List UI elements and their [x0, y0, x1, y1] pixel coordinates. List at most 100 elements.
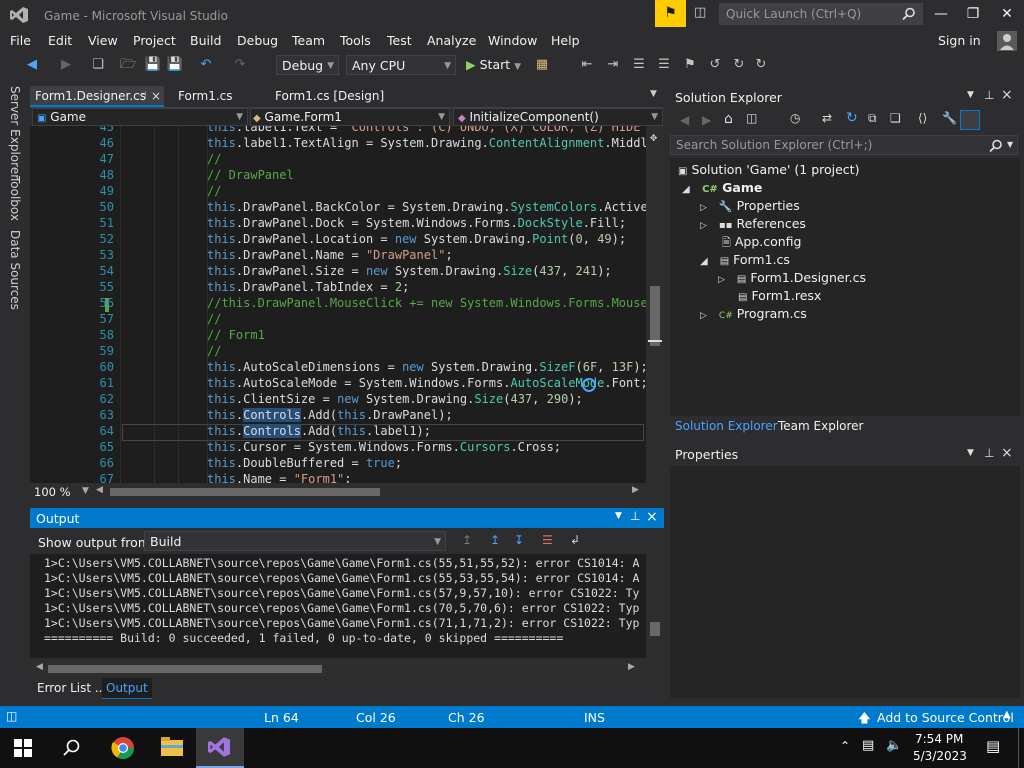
tab-team-explorer[interactable]: Team Explorer [778, 419, 864, 433]
notifications-icon[interactable]: ◫ [694, 5, 712, 23]
scroll-right-icon[interactable]: ▶ [628, 662, 635, 672]
switch-views-icon[interactable]: ◫ [746, 111, 757, 125]
member-dropdown[interactable]: ◆ InitializeComponent() ▼ [453, 108, 663, 126]
tree-item-solution[interactable]: ▣ Solution 'Game' (1 project) [678, 162, 859, 177]
close-panel-icon[interactable]: × [1001, 445, 1013, 461]
show-all-files-icon[interactable]: ❏ [890, 111, 901, 125]
code-line[interactable]: this.DoubleBuffered = true; [207, 456, 402, 470]
redo-icon[interactable]: ↷ [230, 55, 250, 75]
editor-vertical-scrollbar[interactable]: ✥ [646, 126, 664, 483]
menu-view[interactable]: View [88, 33, 118, 48]
notifications-icon[interactable]: ▤ [986, 737, 1000, 755]
code-line[interactable]: this.Controls.Add(this.DrawPanel); [207, 408, 453, 422]
scroll-right-icon[interactable]: ▶ [632, 485, 639, 495]
add-to-source-control[interactable]: Add to Source Control [877, 710, 1014, 725]
sign-in-link[interactable]: Sign in [938, 33, 981, 48]
code-line[interactable]: this.ClientSize = new System.Drawing.Siz… [207, 392, 583, 406]
find-message-icon[interactable]: ↥ [462, 533, 472, 547]
menu-help[interactable]: Help [551, 33, 580, 48]
menu-analyze[interactable]: Analyze [427, 33, 476, 48]
output-horizontal-scrollbar[interactable]: ◀ ▶ [30, 660, 664, 677]
avatar[interactable] [997, 31, 1017, 51]
tab-form1-design[interactable]: Form1.cs [Design] [270, 86, 400, 107]
expanded-arrow-icon[interactable]: ◢ [682, 184, 690, 195]
clear-all-icon[interactable]: ☰ [542, 533, 553, 547]
quick-launch-input[interactable]: Quick Launch (Ctrl+Q) [719, 3, 923, 25]
output-vertical-scrollbar[interactable] [646, 554, 664, 658]
collapse-all-icon[interactable]: ⧉ [868, 111, 877, 126]
menu-test[interactable]: Test [387, 33, 412, 48]
scroll-left-icon[interactable]: ◀ [36, 662, 43, 672]
server-explorer-tab[interactable]: Server Explorer [8, 86, 22, 179]
tree-item-form1[interactable]: ◢ ▤ Form1.cs [700, 252, 790, 267]
preview-selected-items-icon[interactable] [960, 110, 980, 130]
pin-icon[interactable]: ⊣ [138, 86, 147, 106]
volume-icon[interactable]: 🔈 [886, 738, 902, 753]
project-dropdown[interactable]: ▣ Game ▼ [32, 108, 248, 126]
solution-configuration-dropdown[interactable]: Debug ▼ [276, 55, 339, 75]
collapsed-arrow-icon[interactable]: ▷ [700, 311, 707, 321]
close-panel-icon[interactable]: × [646, 509, 658, 525]
refresh-icon[interactable]: ↻ [846, 110, 858, 126]
chevron-down-icon[interactable]: ▼ [82, 486, 89, 496]
type-dropdown[interactable]: ◆ Game.Form1 ▼ [250, 108, 450, 126]
file-explorer-icon[interactable] [161, 737, 183, 757]
tab-output[interactable]: Output [102, 678, 152, 699]
undo-icon[interactable]: ↶ [196, 55, 216, 75]
view-code-icon[interactable]: ⟨⟩ [918, 111, 927, 125]
code-editor[interactable]: 45 this.label1.Text = "Controls : (C) UND… [30, 126, 664, 483]
menu-team[interactable]: Team [292, 33, 325, 48]
code-line[interactable]: this.label1.TextAlign = System.Drawing.C… [207, 136, 662, 150]
save-icon[interactable]: 💾 [144, 55, 162, 75]
code-line[interactable]: this.DrawPanel.BackColor = System.Drawin… [207, 200, 662, 214]
next-message-icon[interactable]: ↧ [514, 533, 524, 547]
code-line[interactable]: this.DrawPanel.Size = new System.Drawing… [207, 264, 612, 278]
scroll-thumb[interactable] [650, 286, 660, 346]
prev-bookmark-icon[interactable]: ↺ [706, 55, 724, 75]
code-line[interactable]: this.Name = "Form1"; [207, 472, 352, 483]
solution-platform-dropdown[interactable]: Any CPU ▼ [346, 55, 456, 75]
start-button[interactable]: ▶ Start ▼ [466, 55, 530, 75]
horizontal-scroll-thumb[interactable] [48, 665, 322, 673]
code-line[interactable]: this.AutoScaleDimensions = new System.Dr… [207, 360, 648, 374]
output-text-area[interactable]: 1>C:\Users\VM5.COLLABNET\source\repos\Ga… [30, 554, 646, 658]
tab-solution-explorer[interactable]: Solution Explorer [675, 419, 778, 433]
menu-debug[interactable]: Debug [237, 33, 278, 48]
previous-message-icon[interactable]: ↥ [490, 533, 500, 547]
clock-time[interactable]: 7:54 PM [915, 732, 963, 746]
chrome-icon[interactable] [111, 736, 135, 760]
home-icon[interactable]: ⌂ [724, 111, 733, 127]
word-wrap-icon[interactable]: ↲ [570, 533, 580, 547]
tree-item-program[interactable]: ▷ C# Program.cs [700, 306, 807, 321]
solution-search-input[interactable]: Search Solution Explorer (Ctrl+;) ▼ [670, 135, 1018, 155]
close-tab-icon[interactable]: × [151, 86, 161, 106]
clock-date[interactable]: 5/3/2023 [913, 749, 967, 763]
feedback-flag-icon[interactable]: ⚑ [655, 0, 686, 27]
new-project-icon[interactable]: ❏ [88, 55, 108, 75]
tree-item-form1-designer[interactable]: ▷ ▤ Form1.Designer.cs [718, 270, 866, 285]
code-line[interactable]: // [207, 184, 221, 198]
pin-icon[interactable]: ⊥ [984, 446, 994, 460]
pin-icon[interactable]: ⊥ [984, 88, 994, 102]
pin-icon[interactable]: ⊥ [630, 509, 640, 523]
code-line[interactable]: // [207, 152, 221, 166]
menu-project[interactable]: Project [133, 33, 176, 48]
horizontal-scroll-thumb[interactable] [110, 488, 380, 496]
tree-item-project[interactable]: ◢ C# Game [682, 180, 762, 195]
network-icon[interactable]: ▤ [862, 738, 874, 753]
tree-item-references[interactable]: ▷ ▪▪ References [700, 216, 806, 231]
menu-edit[interactable]: Edit [48, 33, 72, 48]
code-line[interactable]: this.DrawPanel.Dock = System.Windows.For… [207, 216, 626, 230]
window-position-icon[interactable]: ▼ [967, 448, 974, 458]
code-line[interactable]: this.DrawPanel.Location = new System.Dra… [207, 232, 626, 246]
pending-changes-icon[interactable]: ◷ [790, 111, 800, 125]
tab-overflow-icon[interactable]: ▼ [650, 89, 657, 99]
code-line[interactable]: // DrawPanel [207, 168, 294, 182]
toolbox-tab[interactable]: Toolbox [8, 176, 22, 221]
caret-up-icon[interactable]: ▲ [1003, 709, 1011, 720]
menu-build[interactable]: Build [190, 33, 221, 48]
navigate-back-icon[interactable]: ◀ [22, 55, 42, 75]
scroll-left-icon[interactable]: ◀ [96, 485, 103, 495]
data-sources-tab[interactable]: Data Sources [8, 230, 22, 310]
close-window-button[interactable]: ✕ [994, 4, 1020, 24]
